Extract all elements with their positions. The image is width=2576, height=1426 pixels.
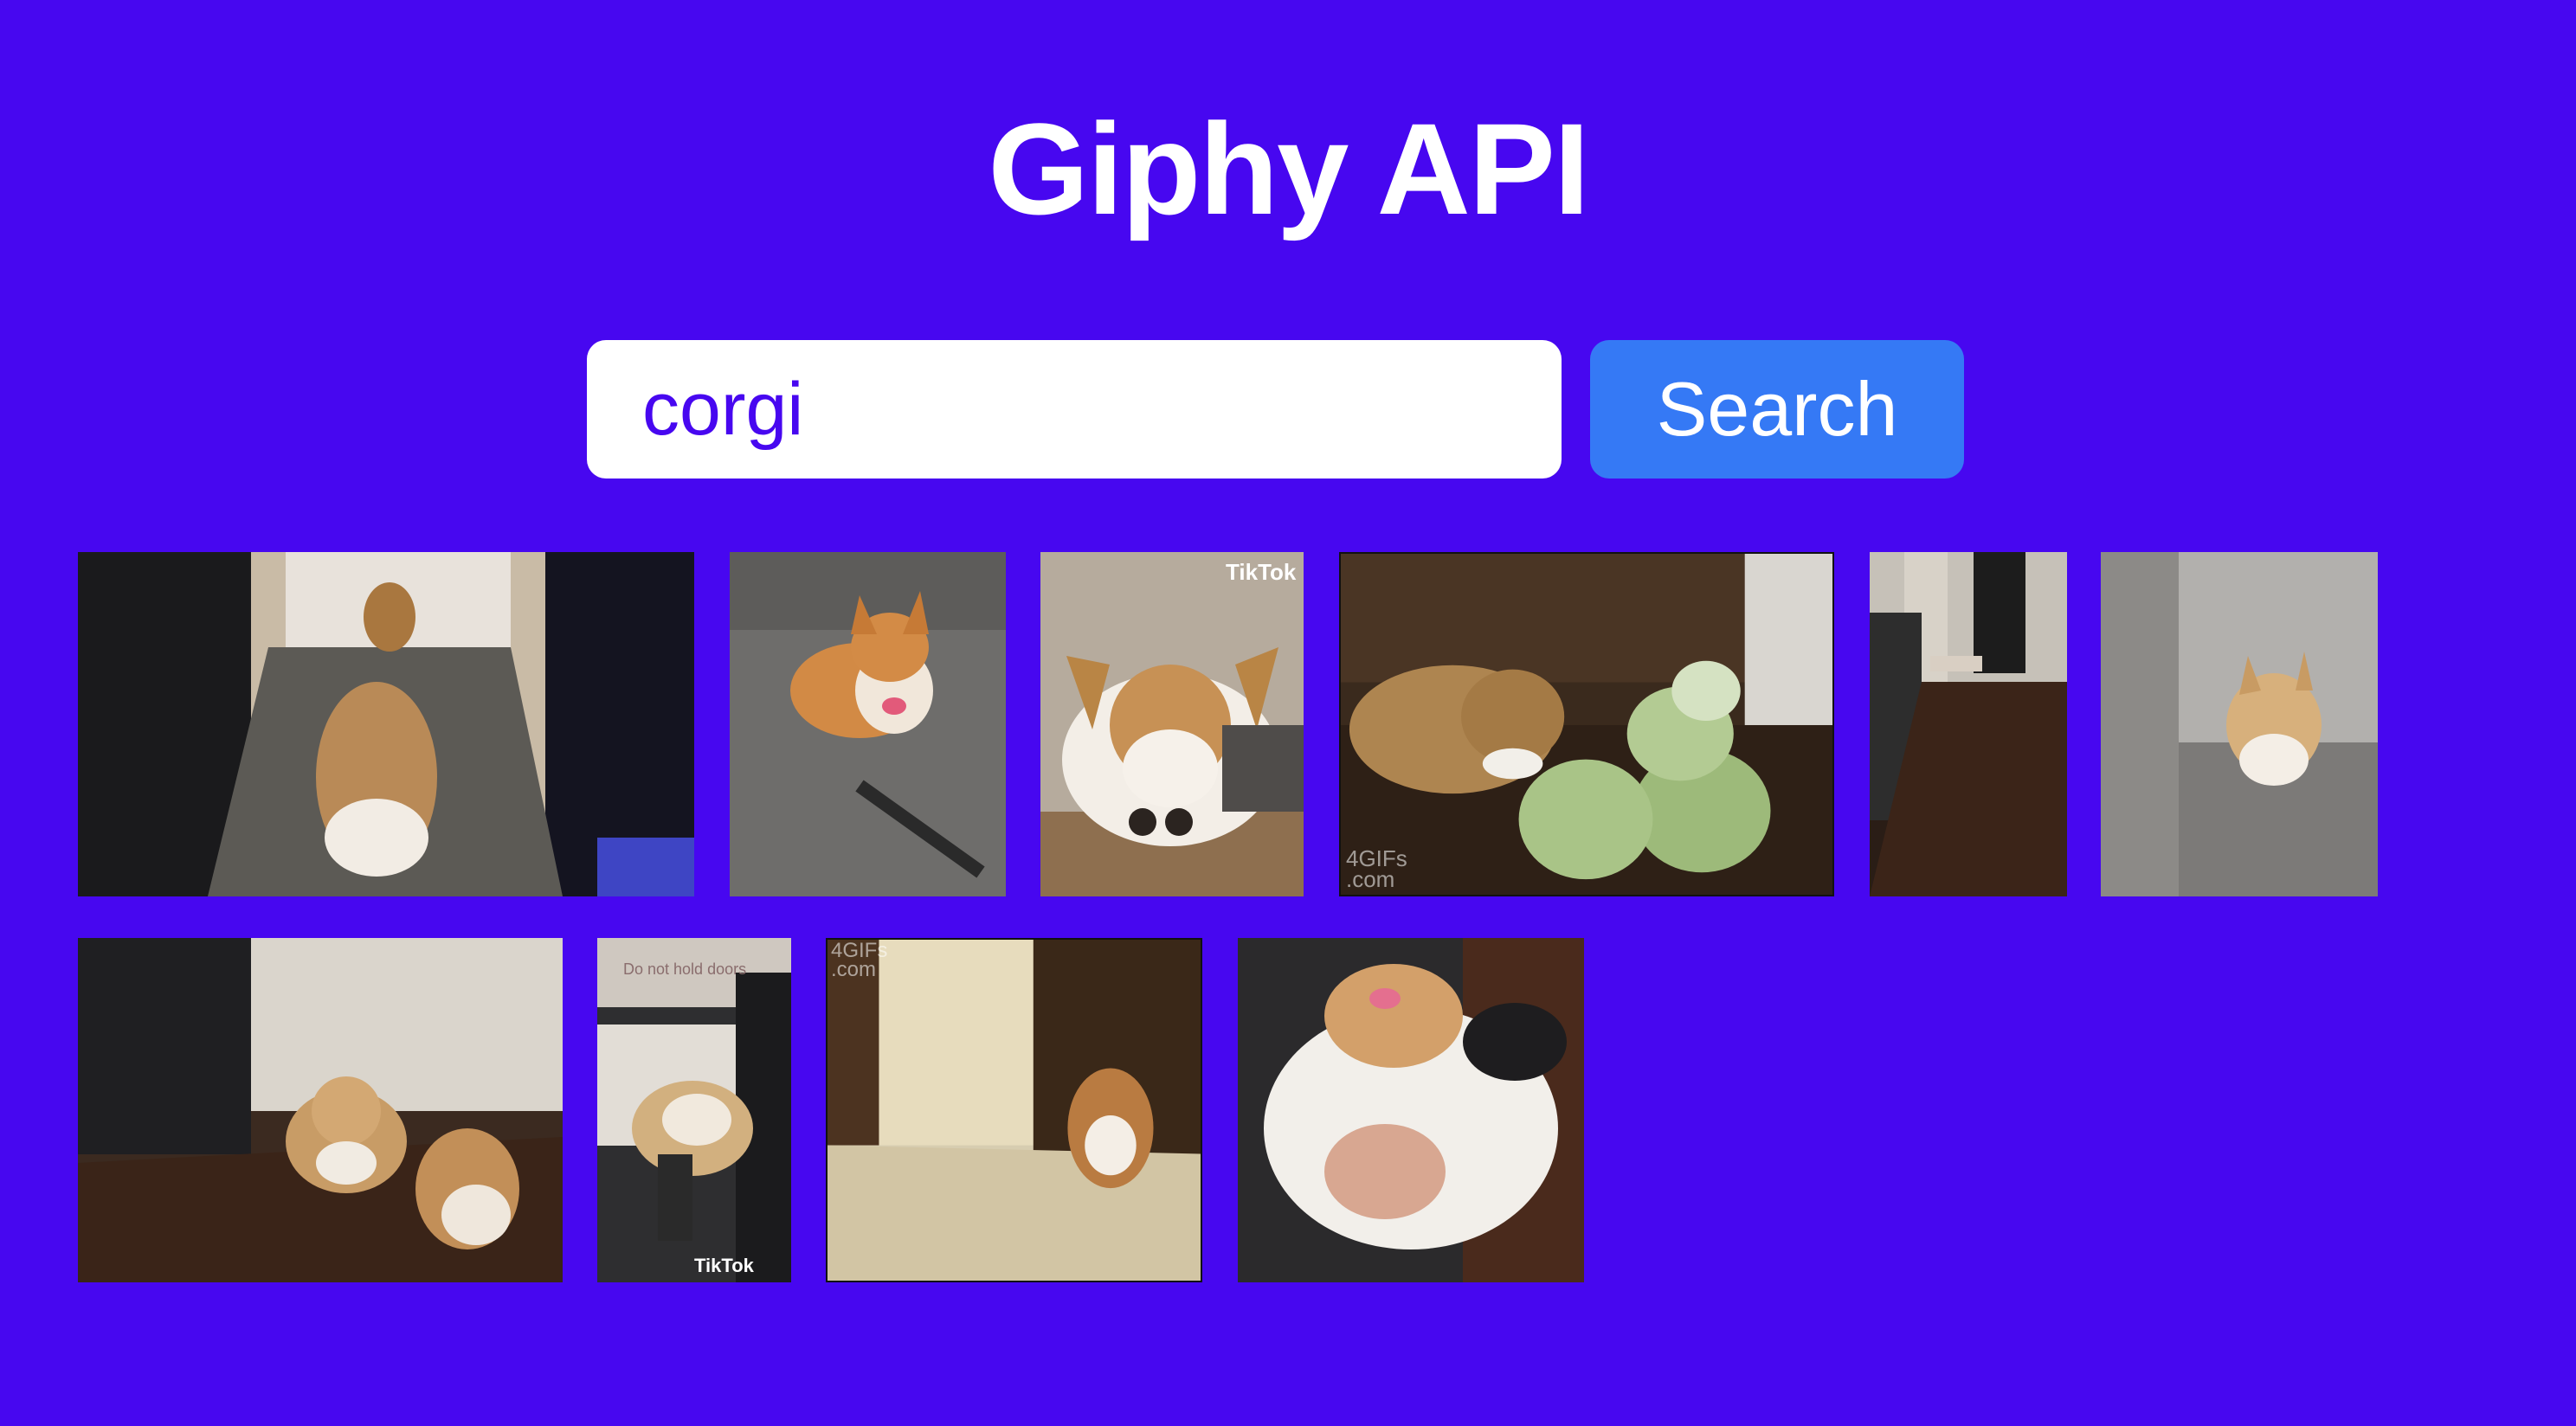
gif-result[interactable]: 4GIFs .com — [1339, 552, 1834, 896]
gif-result[interactable] — [2101, 552, 2378, 896]
gif-result[interactable]: Do not hold doors TikTok — [597, 938, 791, 1282]
gif-image — [1870, 552, 2067, 896]
gif-image — [78, 552, 694, 896]
search-button[interactable]: Search — [1590, 340, 1964, 479]
gif-image — [2101, 552, 2378, 896]
page: Giphy API Search — [0, 0, 2576, 1426]
sign-label: Do not hold doors — [623, 960, 747, 978]
page-title: Giphy API — [988, 96, 1589, 241]
gif-result[interactable]: TikTok — [1040, 552, 1304, 896]
gif-result[interactable] — [1238, 938, 1584, 1282]
gif-result[interactable] — [78, 552, 694, 896]
watermark-label: TikTok — [1226, 559, 1297, 585]
gif-image — [730, 552, 1006, 896]
watermark-label: TikTok — [694, 1255, 754, 1276]
gif-result[interactable] — [730, 552, 1006, 896]
gif-image — [78, 938, 563, 1282]
gif-image — [1341, 554, 1832, 895]
gif-image — [828, 940, 1201, 1281]
watermark-label: 4GIFs .com — [1346, 845, 1407, 892]
gif-image — [597, 938, 791, 1282]
gif-image — [1040, 552, 1304, 896]
search-input[interactable] — [587, 340, 1562, 479]
watermark-label: 4GIFs .com — [831, 939, 888, 981]
gif-result[interactable]: 4GIFs .com — [826, 938, 1202, 1282]
gif-result[interactable] — [1870, 552, 2067, 896]
gif-result[interactable] — [78, 938, 563, 1282]
gif-image — [1238, 938, 1584, 1282]
